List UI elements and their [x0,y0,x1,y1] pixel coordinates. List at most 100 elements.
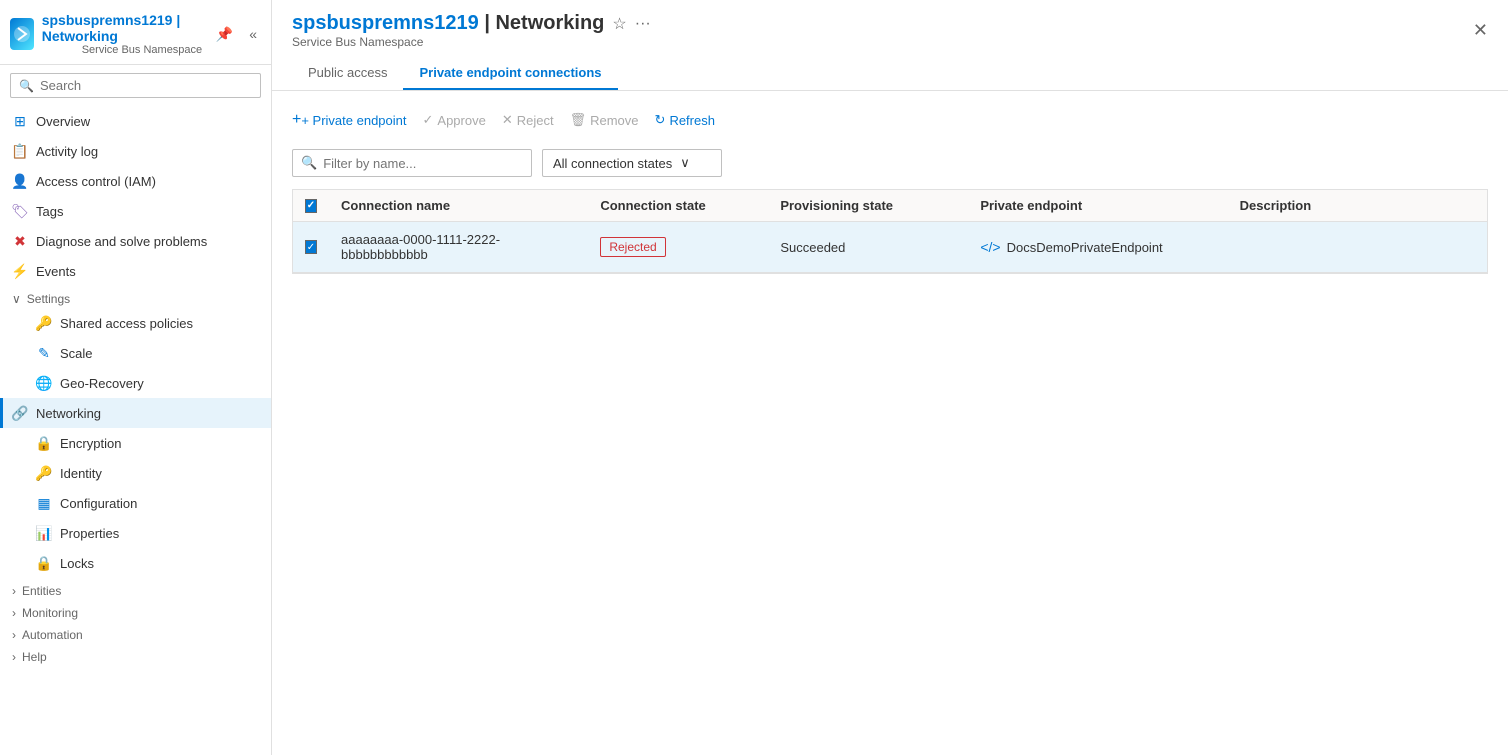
sidebar-item-configuration[interactable]: ▦ Configuration [0,488,271,518]
sidebar-item-tags[interactable]: 🏷 Tags [0,196,271,226]
row-provisioning-state: Succeeded [768,222,968,272]
overview-icon: ⊞ [12,113,28,129]
sidebar-item-locks[interactable]: 🔒 Locks [0,548,271,578]
filter-icon: 🔍 [301,155,317,171]
sidebar-label-access-control: Access control (IAM) [36,174,156,189]
sidebar-item-activity-log[interactable]: 📋 Activity log [0,136,271,166]
sidebar-section-automation[interactable]: › Automation [0,622,271,644]
sidebar-item-geo-recovery[interactable]: 🌐 Geo-Recovery [0,368,271,398]
page-header: spsbuspremns1219 | Networking ☆ ··· Serv… [272,0,1508,91]
tags-icon: 🏷 [12,203,28,219]
search-input[interactable] [40,78,252,93]
sidebar-label-scale: Scale [60,346,93,361]
sidebar-item-shared-access[interactable]: 🔑 Shared access policies [0,308,271,338]
row-checkbox-cell[interactable]: ✓ [293,222,329,272]
sidebar-label-diagnose: Diagnose and solve problems [36,234,207,249]
approve-button[interactable]: ✓ Approve [423,108,486,132]
connections-table: ✓ Connection name Connection state Provi… [292,189,1488,274]
remove-button[interactable]: 🗑 Remove [570,108,639,132]
scale-icon: ✎ [36,345,52,361]
sidebar-item-scale[interactable]: ✎ Scale [0,338,271,368]
sidebar-item-access-control[interactable]: 👤 Access control (IAM) [0,166,271,196]
sidebar-label-networking: Networking [36,406,101,421]
sidebar-section-monitoring[interactable]: › Monitoring [0,600,271,622]
encryption-icon: 🔒 [36,435,52,451]
content-area: + + Private endpoint ✓ Approve ✕ Reject … [272,91,1508,755]
select-all-checkbox[interactable]: ✓ [305,199,317,213]
sidebar-nav: ⊞ Overview 📋 Activity log 👤 Access contr… [0,106,271,666]
refresh-icon: ↻ [655,112,666,128]
table-row[interactable]: ✓ aaaaaaaa-0000-1111-2222-bbbbbbbbbbbb R… [293,222,1487,273]
remove-icon: 🗑 [570,112,587,128]
x-icon: ✕ [502,112,513,128]
close-button[interactable]: ✕ [1473,20,1488,41]
sidebar-label-identity: Identity [60,466,102,481]
reject-button[interactable]: ✕ Reject [502,108,554,132]
identity-icon: 🔑 [36,465,52,481]
networking-icon: 🔗 [12,405,28,421]
access-control-icon: 👤 [12,173,28,189]
filter-by-name-input[interactable] [323,156,523,171]
tab-private-endpoint[interactable]: Private endpoint connections [403,57,617,90]
row-connection-name: aaaaaaaa-0000-1111-2222-bbbbbbbbbbbb [329,222,588,272]
sidebar-item-events[interactable]: ⚡ Events [0,256,271,286]
sidebar-label-locks: Locks [60,556,94,571]
sidebar-item-encryption[interactable]: 🔒 Encryption [0,428,271,458]
sidebar-label-geo-recovery: Geo-Recovery [60,376,144,391]
sidebar-item-properties[interactable]: 📊 Properties [0,518,271,548]
page-subtitle: Service Bus Namespace [292,35,651,49]
col-header-provisioning-state: Provisioning state [768,190,968,221]
activity-log-icon: 📋 [12,143,28,159]
chevron-right-help-icon: › [12,650,16,664]
sidebar-item-overview[interactable]: ⊞ Overview [0,106,271,136]
configuration-icon: ▦ [36,495,52,511]
sidebar-label-tags: Tags [36,204,63,219]
sidebar-label-overview: Overview [36,114,90,129]
main-content: spsbuspremns1219 | Networking ☆ ··· Serv… [272,0,1508,755]
sidebar: spsbuspremns1219 | Networking Service Bu… [0,0,272,755]
sidebar-item-networking[interactable]: 🔗 Networking [0,398,271,428]
chevron-right-icon: › [12,584,16,598]
sidebar-header: spsbuspremns1219 | Networking Service Bu… [0,0,271,65]
dropdown-label: All connection states [553,156,672,171]
properties-icon: 📊 [36,525,52,541]
favorite-button[interactable]: ☆ [612,14,626,34]
chevron-right-monitoring-icon: › [12,606,16,620]
more-options-button[interactable]: ··· [635,15,651,33]
connection-state-dropdown[interactable]: All connection states ∨ [542,149,722,177]
chevron-down-dropdown-icon: ∨ [680,155,690,171]
col-header-connection-state: Connection state [588,190,768,221]
sidebar-label-shared-access: Shared access policies [60,316,193,331]
search-icon: 🔍 [19,79,34,93]
sidebar-label-activity-log: Activity log [36,144,98,159]
page-title-text: spsbuspremns1219 | Networking [292,12,604,35]
refresh-button[interactable]: ↻ Refresh [655,108,715,132]
pin-button[interactable]: 📌 [212,24,237,45]
filter-input-container[interactable]: 🔍 [292,149,532,177]
add-private-endpoint-button[interactable]: + + Private endpoint [292,107,407,133]
chevron-right-automation-icon: › [12,628,16,642]
page-title: spsbuspremns1219 | Networking ☆ ··· Serv… [292,12,651,49]
sidebar-item-diagnose[interactable]: ✖ Diagnose and solve problems [0,226,271,256]
sidebar-item-identity[interactable]: 🔑 Identity [0,458,271,488]
sidebar-label-encryption: Encryption [60,436,121,451]
table-header-row: ✓ Connection name Connection state Provi… [293,190,1487,222]
row-checkbox[interactable]: ✓ [305,240,317,254]
plus-icon: + [292,111,301,129]
sidebar-section-help[interactable]: › Help [0,644,271,666]
sidebar-section-settings[interactable]: ∨ Settings [0,286,271,308]
app-icon [10,18,34,50]
sidebar-label-events: Events [36,264,76,279]
sidebar-label-configuration: Configuration [60,496,137,511]
sidebar-section-entities[interactable]: › Entities [0,578,271,600]
select-all-header[interactable]: ✓ [293,190,329,221]
events-icon: ⚡ [12,263,28,279]
endpoint-icon: </> [980,239,1000,255]
search-box[interactable]: 🔍 [10,73,261,98]
sidebar-subtitle: Service Bus Namespace [82,44,204,56]
status-badge: Rejected [600,237,665,257]
diagnose-icon: ✖ [12,233,28,249]
tab-public-access[interactable]: Public access [292,57,403,90]
row-connection-state: Rejected [588,222,768,272]
collapse-button[interactable]: « [245,24,261,44]
